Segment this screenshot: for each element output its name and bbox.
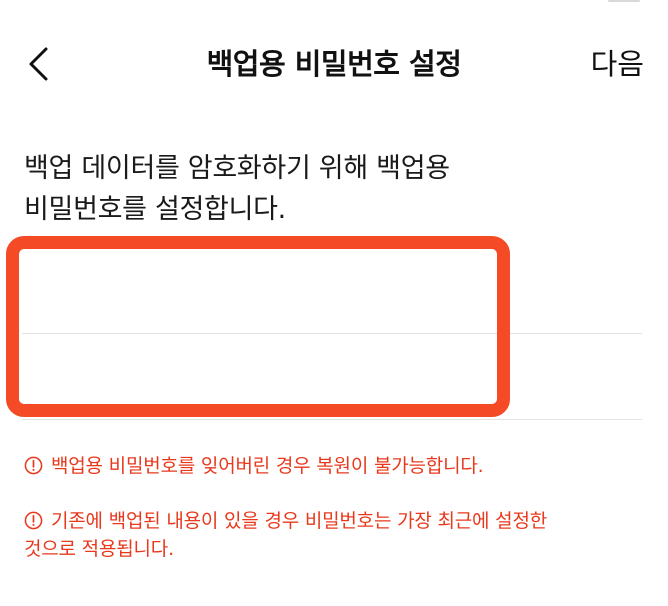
warning-notice-1: 백업용 비밀번호를 잊어버린 경우 복원이 불가능합니다. <box>24 452 634 480</box>
warning-1-text: 백업용 비밀번호를 잊어버린 경우 복원이 불가능합니다. <box>51 455 484 477</box>
page-title: 백업용 비밀번호 설정 <box>206 47 462 81</box>
warning-2-line-1: 기존에 백업된 내용이 있을 경우 비밀번호는 가장 최근에 설정한 <box>24 507 634 535</box>
password-input[interactable] <box>22 248 642 334</box>
description-line-2: 비밀번호를 설정합니다. <box>24 194 286 225</box>
top-edge-divider <box>608 0 640 2</box>
description-line-1: 백업 데이터를 암호화하기 위해 백업용 <box>24 153 450 184</box>
header-bar: 백업용 비밀번호 설정 다음 <box>0 30 668 98</box>
password-confirm-input[interactable] <box>22 334 642 420</box>
warning-1-line: 백업용 비밀번호를 잊어버린 경우 복원이 불가능합니다. <box>24 452 634 480</box>
alert-circle-icon <box>24 456 43 475</box>
next-button[interactable]: 다음 <box>591 44 644 84</box>
warning-2-line-2: 것으로 적용됩니다. <box>24 538 174 560</box>
warning-2-text-1: 기존에 백업된 내용이 있을 경우 비밀번호는 가장 최근에 설정한 <box>51 510 547 532</box>
warning-notice-2: 기존에 백업된 내용이 있을 경우 비밀번호는 가장 최근에 설정한 것으로 적… <box>24 507 634 563</box>
description-text: 백업 데이터를 암호화하기 위해 백업용 비밀번호를 설정합니다. <box>24 148 584 230</box>
alert-circle-icon <box>24 511 43 530</box>
